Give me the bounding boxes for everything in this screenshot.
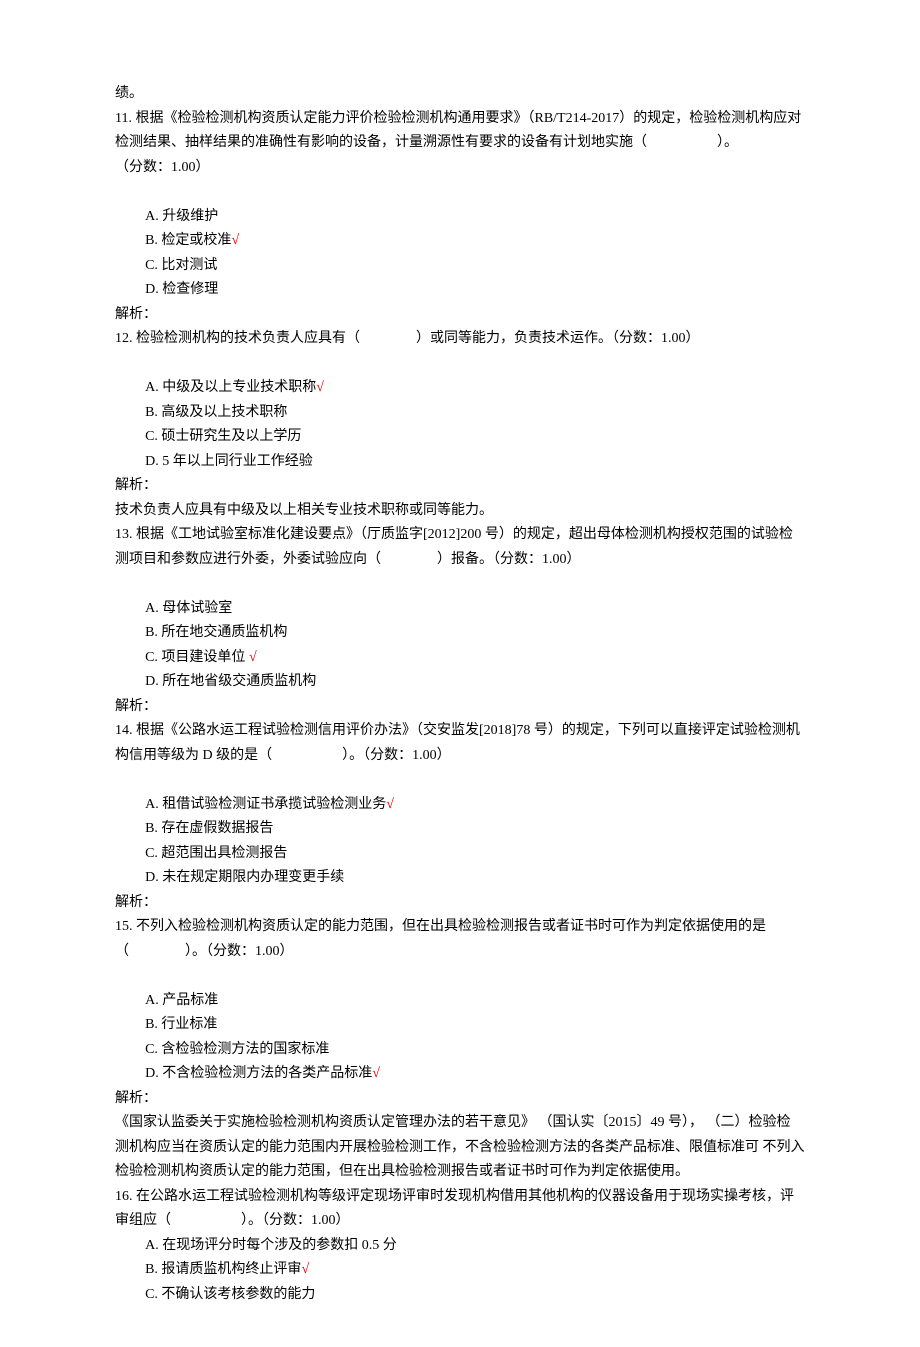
q15-option-b: B. 行业标准 [115, 1013, 805, 1038]
q16-option-c: C. 不确认该考核参数的能力 [115, 1283, 805, 1308]
q11-analysis: 解析： [115, 303, 805, 328]
q12-analysis: 解析： [115, 474, 805, 499]
q16-option-a: A. 在现场评分时每个涉及的参数扣 0.5 分 [115, 1234, 805, 1259]
spacer [115, 352, 805, 377]
q11-option-a: A. 升级维护 [115, 205, 805, 230]
q15-option-c: C. 含检验检测方法的国家标准 [115, 1038, 805, 1063]
q16-stem: 16. 在公路水运工程试验检测机构等级评定现场评审时发现机构借用其他机构的仪器设… [115, 1185, 805, 1234]
correct-mark-icon: √ [386, 797, 394, 812]
correct-mark-icon: √ [372, 1066, 380, 1081]
q12-option-d: D. 5 年以上同行业工作经验 [115, 450, 805, 475]
q14-stem: 14. 根据《公路水运工程试验检测信用评价办法》（交安监发[2018]78 号）… [115, 719, 805, 768]
q14-analysis: 解析： [115, 891, 805, 916]
q15-stem-2: （ ）。（分数：1.00） [115, 940, 805, 965]
spacer [115, 768, 805, 793]
correct-mark-icon: √ [231, 233, 239, 248]
q11-option-c: C. 比对测试 [115, 254, 805, 279]
q12-option-c: C. 硕士研究生及以上学历 [115, 425, 805, 450]
correct-mark-icon: √ [316, 380, 324, 395]
spacer [115, 180, 805, 205]
leading-fragment: 绩。 [115, 82, 805, 107]
q14-option-c: C. 超范围出具检测报告 [115, 842, 805, 867]
q14-option-d: D. 未在规定期限内办理变更手续 [115, 866, 805, 891]
option-text: B. 检定或校准 [145, 233, 231, 248]
option-text: A. 租借试验检测证书承揽试验检测业务 [145, 797, 386, 812]
document-page: 绩。 11. 根据《检验检测机构资质认定能力评价检验检测机构通用要求》（RB/T… [0, 0, 920, 1347]
q15-analysis: 解析： [115, 1087, 805, 1112]
q15-stem-1: 15. 不列入检验检测机构资质认定的能力范围，但在出具检验检测报告或者证书时可作… [115, 915, 805, 940]
q14-option-a: A. 租借试验检测证书承揽试验检测业务√ [115, 793, 805, 818]
option-text: A. 中级及以上专业技术职称 [145, 380, 316, 395]
q12-option-a: A. 中级及以上专业技术职称√ [115, 376, 805, 401]
q11-option-d: D. 检查修理 [115, 278, 805, 303]
q13-analysis: 解析： [115, 695, 805, 720]
q12-stem: 12. 检验检测机构的技术负责人应具有（ ）或同等能力，负责技术运作。（分数：1… [115, 327, 805, 352]
q11-option-b: B. 检定或校准√ [115, 229, 805, 254]
q13-option-d: D. 所在地省级交通质监机构 [115, 670, 805, 695]
q15-option-a: A. 产品标准 [115, 989, 805, 1014]
q13-option-b: B. 所在地交通质监机构 [115, 621, 805, 646]
spacer [115, 964, 805, 989]
q11-stem: 11. 根据《检验检测机构资质认定能力评价检验检测机构通用要求》（RB/T214… [115, 107, 805, 156]
q16-option-b: B. 报请质监机构终止评审√ [115, 1258, 805, 1283]
q13-stem: 13. 根据《工地试验室标准化建设要点》（厅质监字[2012]200 号）的规定… [115, 523, 805, 572]
spacer [115, 572, 805, 597]
correct-mark-icon: √ [249, 650, 257, 665]
q14-option-b: B. 存在虚假数据报告 [115, 817, 805, 842]
q11-score: （分数：1.00） [115, 156, 805, 181]
option-text: C. 项目建设单位 [145, 650, 249, 665]
q12-option-b: B. 高级及以上技术职称 [115, 401, 805, 426]
q12-explanation: 技术负责人应具有中级及以上相关专业技术职称或同等能力。 [115, 499, 805, 524]
q13-option-c: C. 项目建设单位 √ [115, 646, 805, 671]
q15-explanation: 《国家认监委关于实施检验检测机构资质认定管理办法的若干意见》 （国认实〔2015… [115, 1111, 805, 1185]
q15-option-d: D. 不含检验检测方法的各类产品标准√ [115, 1062, 805, 1087]
q13-option-a: A. 母体试验室 [115, 597, 805, 622]
option-text: D. 不含检验检测方法的各类产品标准 [145, 1066, 372, 1081]
